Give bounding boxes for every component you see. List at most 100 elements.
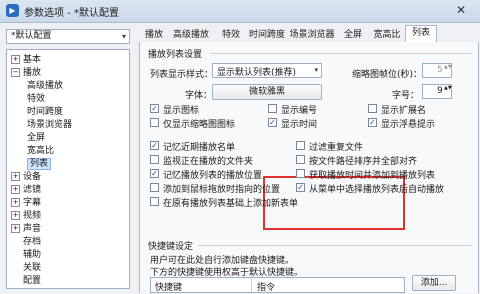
chevron-down-icon: ▾	[314, 66, 318, 74]
checkbox[interactable]: ✓	[150, 104, 159, 113]
divider	[198, 245, 472, 246]
settings-panel: 播放列表设置 列表显示样式： 显示默认列表(推荐) ▾ 缩略图帧位(秒)： 5 …	[139, 42, 479, 293]
tab-0[interactable]: 播放	[141, 27, 167, 43]
app-icon: ▶	[6, 4, 19, 17]
checkbox[interactable]	[368, 104, 377, 113]
checkbox-label[interactable]: 记忆播放列表的播放位置	[163, 168, 262, 181]
tree-item[interactable]: + 视频	[11, 210, 41, 222]
column-header-command[interactable]: 指令	[257, 280, 275, 293]
checkbox-label[interactable]: 显示浮悬提示	[381, 117, 435, 130]
tab-4[interactable]: 场景浏览器	[287, 27, 337, 43]
preset-dropdown[interactable]: *默认配置 ▾	[6, 29, 130, 44]
tree-item[interactable]: 宽高比	[27, 145, 54, 157]
checkbox-label[interactable]: 显示图标	[163, 103, 199, 116]
tree-item[interactable]: 存档	[11, 236, 41, 248]
tree-item[interactable]: + 基本	[11, 54, 41, 66]
display-style-value: 显示默认列表(推荐)	[217, 68, 297, 78]
checkbox-label[interactable]: 在原有播放列表基础上添加新表单	[163, 196, 298, 209]
checkbox[interactable]	[296, 169, 305, 178]
tree-item[interactable]: + 滤镜	[11, 184, 41, 196]
checkbox-label[interactable]: 仅显示缩略图图标	[163, 117, 235, 130]
checkbox-label[interactable]: 过滤重复文件	[309, 140, 363, 153]
expand-icon[interactable]: +	[11, 55, 20, 64]
checkbox-label[interactable]: 监视正在播放的文件夹	[163, 154, 253, 167]
checkbox-label[interactable]: 显示编号	[281, 103, 317, 116]
checkbox[interactable]	[268, 104, 277, 113]
tab-2[interactable]: 特效	[215, 27, 247, 43]
section-title-hotkeys: 快捷键设定	[148, 242, 194, 252]
checkbox[interactable]	[150, 155, 159, 164]
tree-item[interactable]: 关联	[11, 262, 41, 274]
tree-item-label: 宽高比	[27, 146, 55, 156]
tab-1[interactable]: 高级播放	[167, 27, 215, 43]
column-divider	[251, 278, 252, 292]
checkbox-label[interactable]: 按文件路径排序并全部对齐	[309, 154, 417, 167]
expand-icon[interactable]: +	[11, 211, 20, 220]
tree-item-label: 辅助	[23, 250, 42, 260]
thumb-interval-spinner[interactable]: 5 ▲▼	[422, 63, 452, 78]
section-title-playlist: 播放列表设置	[148, 50, 203, 60]
tab-5[interactable]: 全屏	[337, 27, 369, 43]
tree-item-label: 字幕	[23, 198, 42, 208]
tree-item-label: 场景浏览器	[27, 120, 73, 130]
column-header-hotkey[interactable]: 快捷键	[155, 280, 182, 293]
checkbox[interactable]: ✓	[368, 118, 377, 127]
tree-item[interactable]: 场景浏览器	[27, 119, 72, 131]
thumb-interval-label: 缩略图帧位(秒)：	[352, 70, 423, 80]
title-bar: ▶ 参数选项 - *默认配置 ✕	[0, 0, 480, 23]
checkbox-label[interactable]: 获取播放时间并添加到播放列表	[309, 168, 435, 181]
font-label: 字体：	[185, 91, 213, 101]
font-size-spinner[interactable]: 9 ▲▼	[422, 84, 452, 99]
checkbox[interactable]: ✓	[150, 141, 159, 150]
hotkey-table[interactable]: 快捷键 指令	[150, 277, 405, 293]
tab-3[interactable]: 时间跨度	[247, 27, 287, 43]
add-hotkey-button[interactable]: 添加...	[412, 275, 456, 291]
checkbox[interactable]: ✓	[296, 183, 305, 192]
expand-icon[interactable]: +	[11, 172, 20, 181]
checkbox[interactable]	[150, 183, 159, 192]
checkbox[interactable]: ✓	[268, 118, 277, 127]
tree-item[interactable]: − 播放	[11, 67, 41, 79]
tree-item[interactable]: 高级播放	[27, 80, 63, 92]
font-size-label: 字号：	[392, 91, 420, 101]
tree-item-label: 配置	[23, 276, 42, 286]
tree-item-label: 关联	[23, 263, 42, 273]
spin-icon: ▲▼	[444, 85, 452, 91]
tree-item-label: 列表	[27, 158, 52, 170]
tree-item[interactable]: + 设备	[11, 171, 41, 183]
divider	[210, 53, 472, 54]
tree-item[interactable]: + 字幕	[11, 197, 41, 209]
thumb-interval-value: 5	[437, 65, 443, 75]
checkbox-label[interactable]: 记忆近期播放名单	[163, 140, 235, 153]
collapse-icon[interactable]: −	[11, 68, 20, 77]
tree-item[interactable]: 时间跨度	[27, 106, 63, 118]
expand-icon[interactable]: +	[11, 185, 20, 194]
checkbox[interactable]	[296, 155, 305, 164]
font-size-value: 9	[437, 86, 443, 96]
display-style-dropdown[interactable]: 显示默认列表(推荐) ▾	[212, 63, 322, 78]
font-button[interactable]: 微软雅黑	[212, 84, 322, 100]
checkbox-label[interactable]: 从菜单中选择播放列表后自动播放	[309, 182, 444, 195]
tree-item-label: 高级播放	[27, 81, 64, 91]
checkbox[interactable]	[150, 197, 159, 206]
checkbox[interactable]	[150, 118, 159, 127]
tree-item-label: 设备	[23, 172, 42, 182]
tree-item[interactable]: + 声音	[11, 223, 41, 235]
expand-icon[interactable]: +	[11, 224, 20, 233]
tab-6[interactable]: 宽高比	[369, 27, 405, 43]
tree-item[interactable]: 辅助	[11, 249, 41, 261]
tree-item[interactable]: 列表	[27, 158, 52, 170]
display-style-label: 列表显示样式：	[150, 70, 214, 80]
checkbox-label[interactable]: 显示扩展名	[381, 103, 426, 116]
checkbox-label[interactable]: 显示时间	[281, 117, 317, 130]
tree-item[interactable]: 特效	[27, 93, 45, 105]
tree-item-label: 基本	[23, 55, 42, 65]
expand-icon[interactable]: +	[11, 198, 20, 207]
checkbox[interactable]	[296, 141, 305, 150]
tree-item[interactable]: 全屏	[27, 132, 45, 144]
checkbox[interactable]: ✓	[150, 169, 159, 178]
close-button[interactable]: ✕	[450, 2, 472, 18]
tree-item[interactable]: 配置	[11, 275, 41, 287]
checkbox-label[interactable]: 添加到鼠标拖放时指向的位置	[163, 182, 280, 195]
settings-tree[interactable]: + 基本 − 播放 高级播放 特效 时间跨度 场景浏览器 全屏 宽高比 列表 + 设备 + 滤镜 + 字幕 + 视频…	[6, 49, 130, 289]
